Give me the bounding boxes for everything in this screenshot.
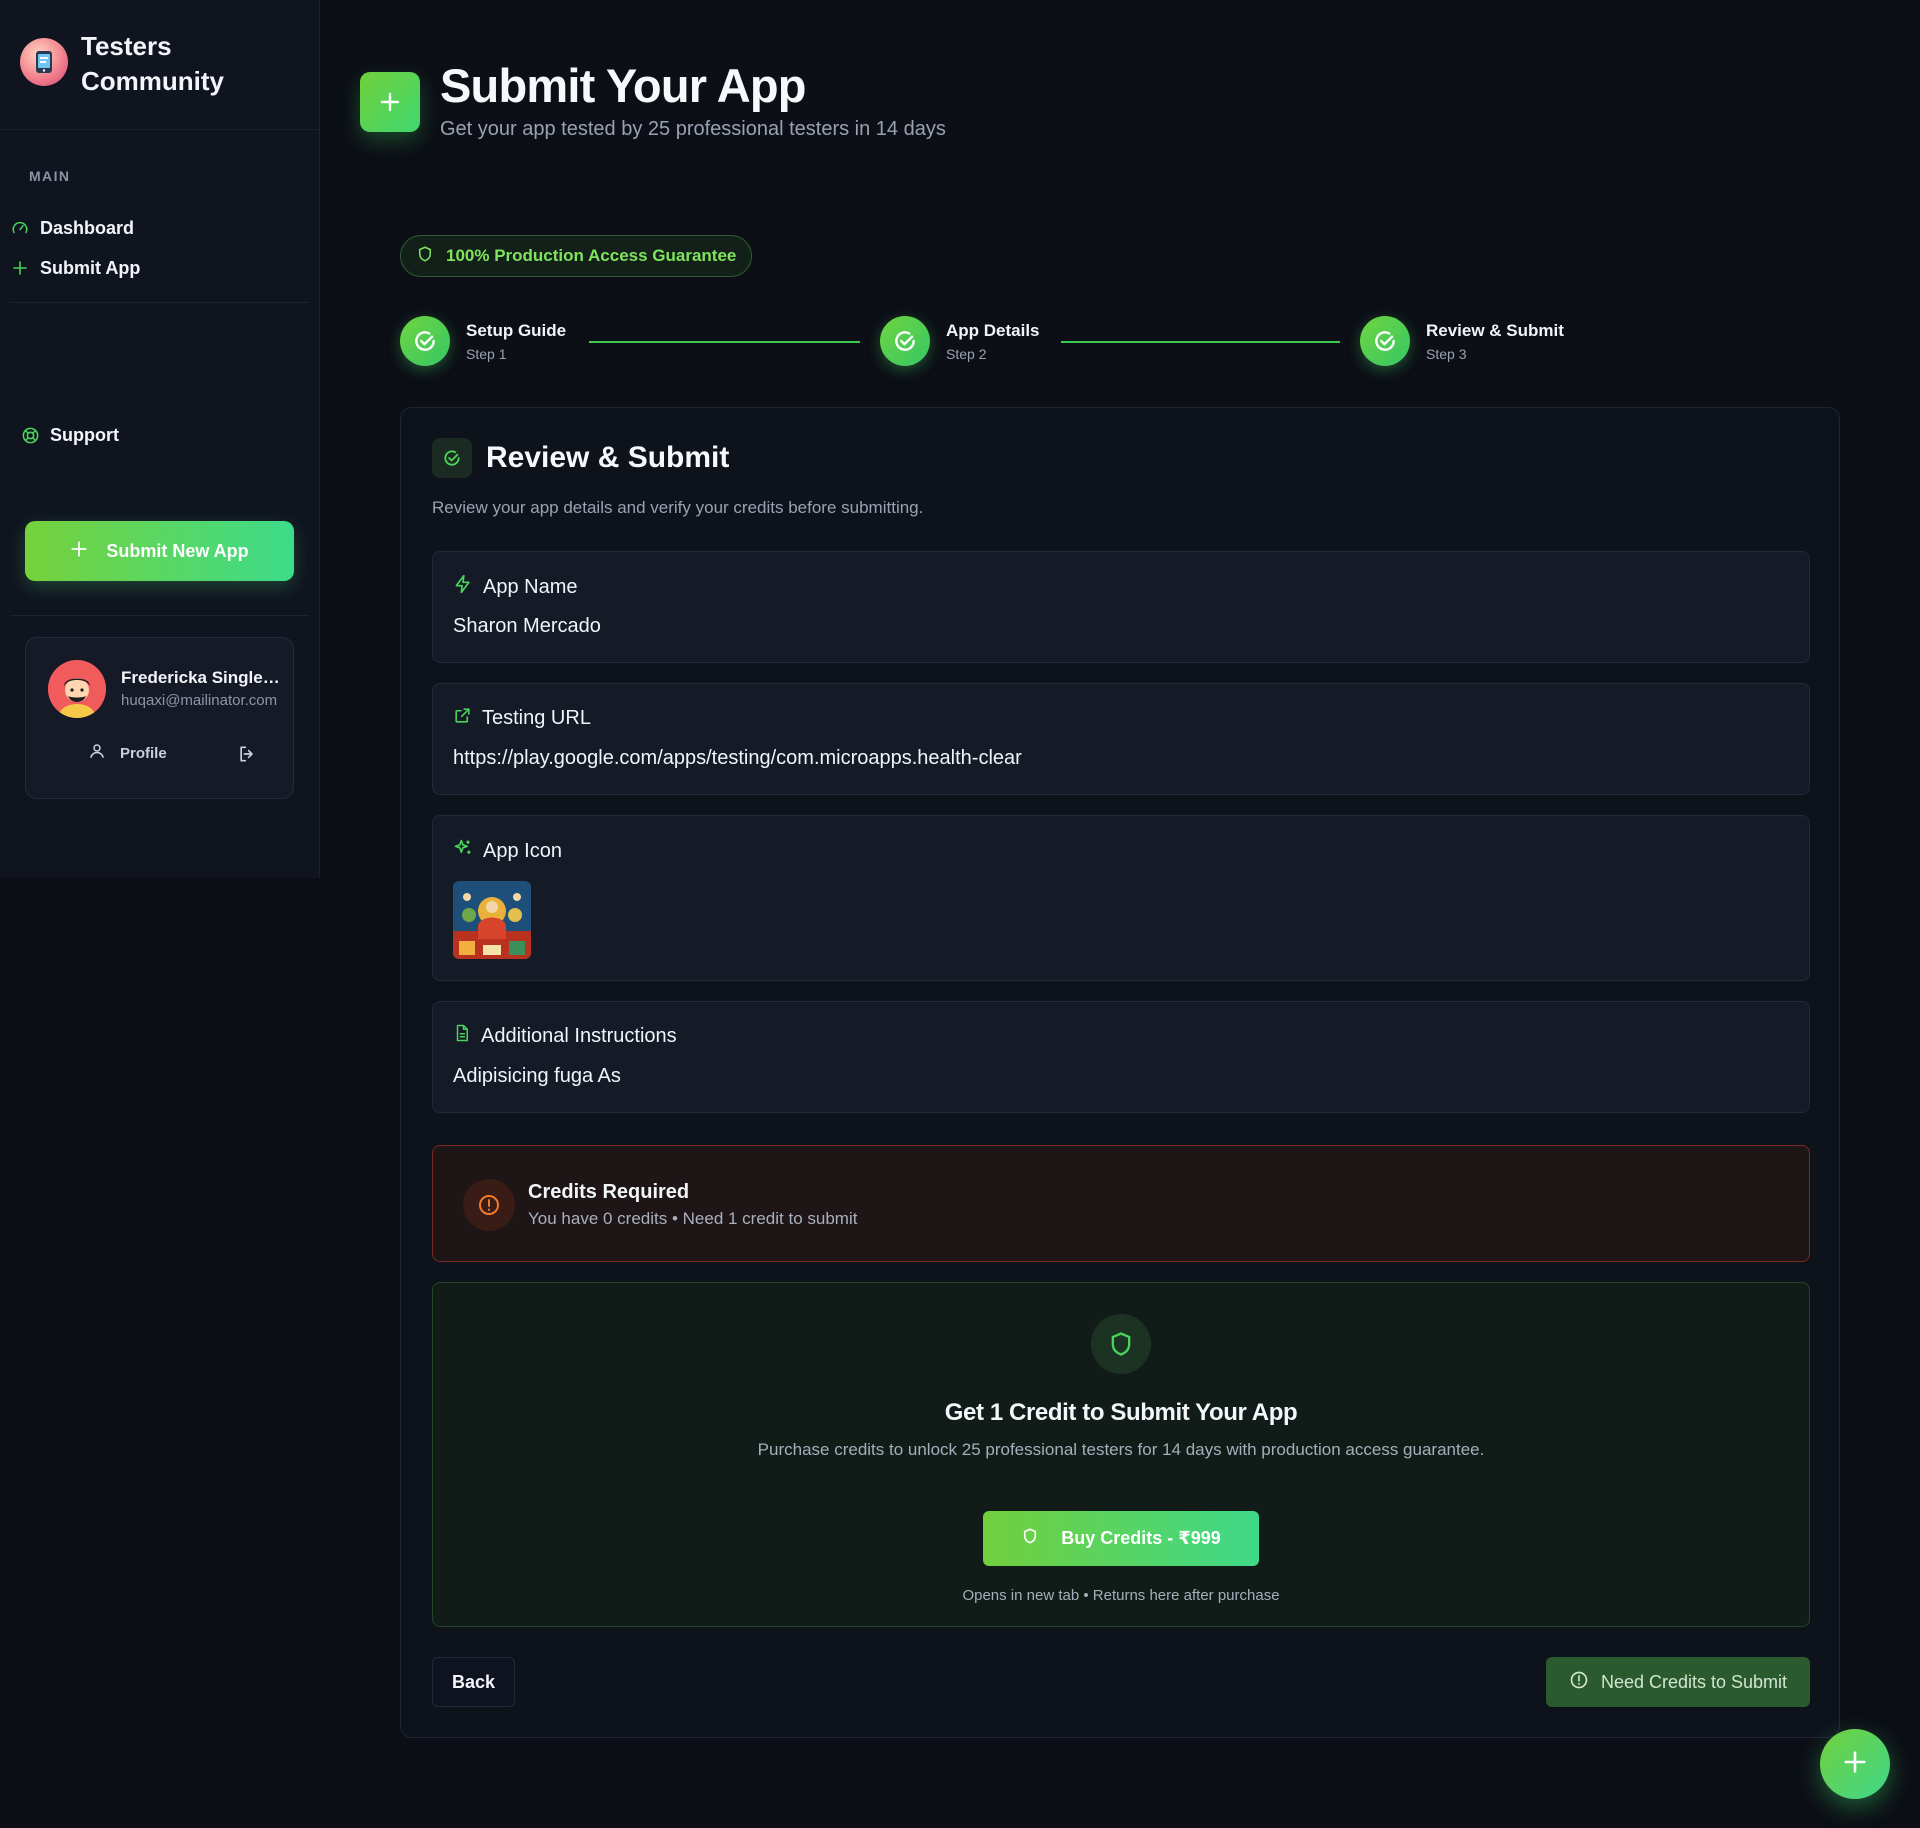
card-description: Review your app details and verify your … [432, 498, 924, 517]
lifebuoy-icon [20, 425, 40, 445]
step-connector [1061, 341, 1340, 343]
check-circle-icon [400, 316, 450, 366]
submit-new-app-button[interactable]: Submit New App [25, 521, 294, 581]
step-sub: Step 3 [1426, 345, 1467, 362]
field-label: Additional Instructions [481, 1024, 677, 1047]
document-icon [453, 1024, 471, 1048]
credits-required-title: Credits Required [528, 1181, 690, 1203]
testing-url-value[interactable]: https://play.google.com/apps/testing/com… [453, 747, 1022, 770]
floating-add-button[interactable] [1820, 1729, 1890, 1799]
buy-credits-note: Opens in new tab • Returns here after pu… [962, 1587, 1280, 1604]
step-name: Setup Guide [466, 320, 567, 340]
check-circle-icon [432, 438, 472, 478]
external-link-icon [453, 706, 472, 731]
logout-button[interactable] [237, 744, 257, 769]
step-name: Review & Submit [1426, 320, 1564, 340]
shield-icon [1091, 1314, 1151, 1374]
buy-credits-title: Get 1 Credit to Submit Your App [944, 1399, 1298, 1426]
plus-icon [70, 540, 88, 563]
page-subtitle: Get your app tested by 25 professional t… [440, 118, 946, 140]
plus-icon [1841, 1748, 1869, 1781]
step-connector [589, 341, 860, 343]
alert-circle-icon [463, 1179, 515, 1231]
profile-button[interactable]: Profile [88, 742, 167, 764]
user-email: huqaxi@mailinator.com [121, 692, 278, 709]
field-label: App Icon [483, 839, 562, 862]
field-testing-url: Testing URL https://play.google.com/apps… [432, 683, 1810, 795]
sidebar-divider [10, 302, 309, 303]
step-sub: Step 1 [466, 345, 507, 362]
step-name: App Details [946, 320, 1040, 340]
app-name-value: Sharon Mercado [453, 615, 601, 637]
user-name: Fredericka Singleton [121, 668, 281, 687]
need-credits-label: Need Credits to Submit [1600, 1671, 1788, 1692]
sidebar-divider [10, 615, 309, 616]
field-label: App Name [483, 575, 578, 598]
lightning-icon [453, 574, 473, 600]
sidebar-item-label: Support [50, 424, 119, 445]
credits-required-alert: Credits Required You have 0 credits • Ne… [432, 1145, 1810, 1262]
header-plus-icon [360, 72, 420, 132]
alert-circle-icon [1569, 1670, 1589, 1695]
plus-icon [10, 258, 30, 278]
user-card: Fredericka Singleton huqaxi@mailinator.c… [25, 637, 294, 799]
shield-icon [1021, 1527, 1039, 1550]
field-additional-instructions: Additional Instructions Adipisicing fuga… [432, 1001, 1810, 1113]
guarantee-badge: 100% Production Access Guarantee [400, 235, 753, 277]
field-label: Testing URL [482, 707, 591, 729]
nav-section-main: MAIN [29, 168, 71, 184]
brand-name: Testers Community [81, 30, 224, 96]
step-review-submit[interactable]: Review & Submit Step 3 [1360, 316, 1564, 366]
sparkles-icon [453, 838, 473, 864]
brand[interactable]: Testers Community [0, 0, 319, 130]
user-icon [88, 742, 106, 764]
step-app-details[interactable]: App Details Step 2 [880, 316, 1040, 366]
buy-credits-description: Purchase credits to unlock 25 profession… [757, 1440, 1485, 1459]
avatar[interactable] [48, 660, 106, 718]
card-title: Review & Submit [486, 441, 730, 474]
buy-credits-button[interactable]: Buy Credits - ₹999 [983, 1511, 1259, 1566]
sidebar-item-support[interactable]: Support [20, 415, 319, 455]
step-sub: Step 2 [946, 345, 987, 362]
buy-credits-label: Buy Credits - ₹999 [1061, 1528, 1221, 1548]
brand-logo [20, 37, 68, 86]
gauge-icon [10, 218, 30, 238]
shield-icon [416, 245, 434, 268]
back-button[interactable]: Back [432, 1657, 515, 1707]
buy-credits-panel: Get 1 Credit to Submit Your App Purchase… [432, 1282, 1810, 1627]
submit-new-app-label: Submit New App [106, 540, 249, 561]
guarantee-label: 100% Production Access Guarantee [446, 246, 737, 265]
page-title: Submit Your App [440, 59, 807, 112]
app-icon-image [453, 881, 531, 959]
check-circle-icon [1360, 316, 1410, 366]
need-credits-button[interactable]: Need Credits to Submit [1546, 1657, 1810, 1707]
review-card: Review & Submit Review your app details … [400, 407, 1840, 1738]
sidebar-item-submit-app[interactable]: Submit App [10, 248, 319, 288]
credits-required-subtitle: You have 0 credits • Need 1 credit to su… [528, 1209, 858, 1228]
field-app-icon: App Icon [432, 815, 1810, 981]
sidebar-item-label: Dashboard [40, 217, 135, 238]
sidebar-item-label: Submit App [40, 257, 141, 278]
check-circle-icon [880, 316, 930, 366]
sidebar: Testers Community MAIN Dashboard Submit … [0, 0, 320, 878]
step-setup-guide[interactable]: Setup Guide Step 1 [400, 316, 566, 366]
instructions-value: Adipisicing fuga As [453, 1065, 621, 1087]
field-app-name: App Name Sharon Mercado [432, 551, 1810, 663]
profile-label: Profile [120, 744, 167, 762]
sidebar-item-dashboard[interactable]: Dashboard [10, 208, 319, 248]
logout-icon [237, 746, 257, 768]
